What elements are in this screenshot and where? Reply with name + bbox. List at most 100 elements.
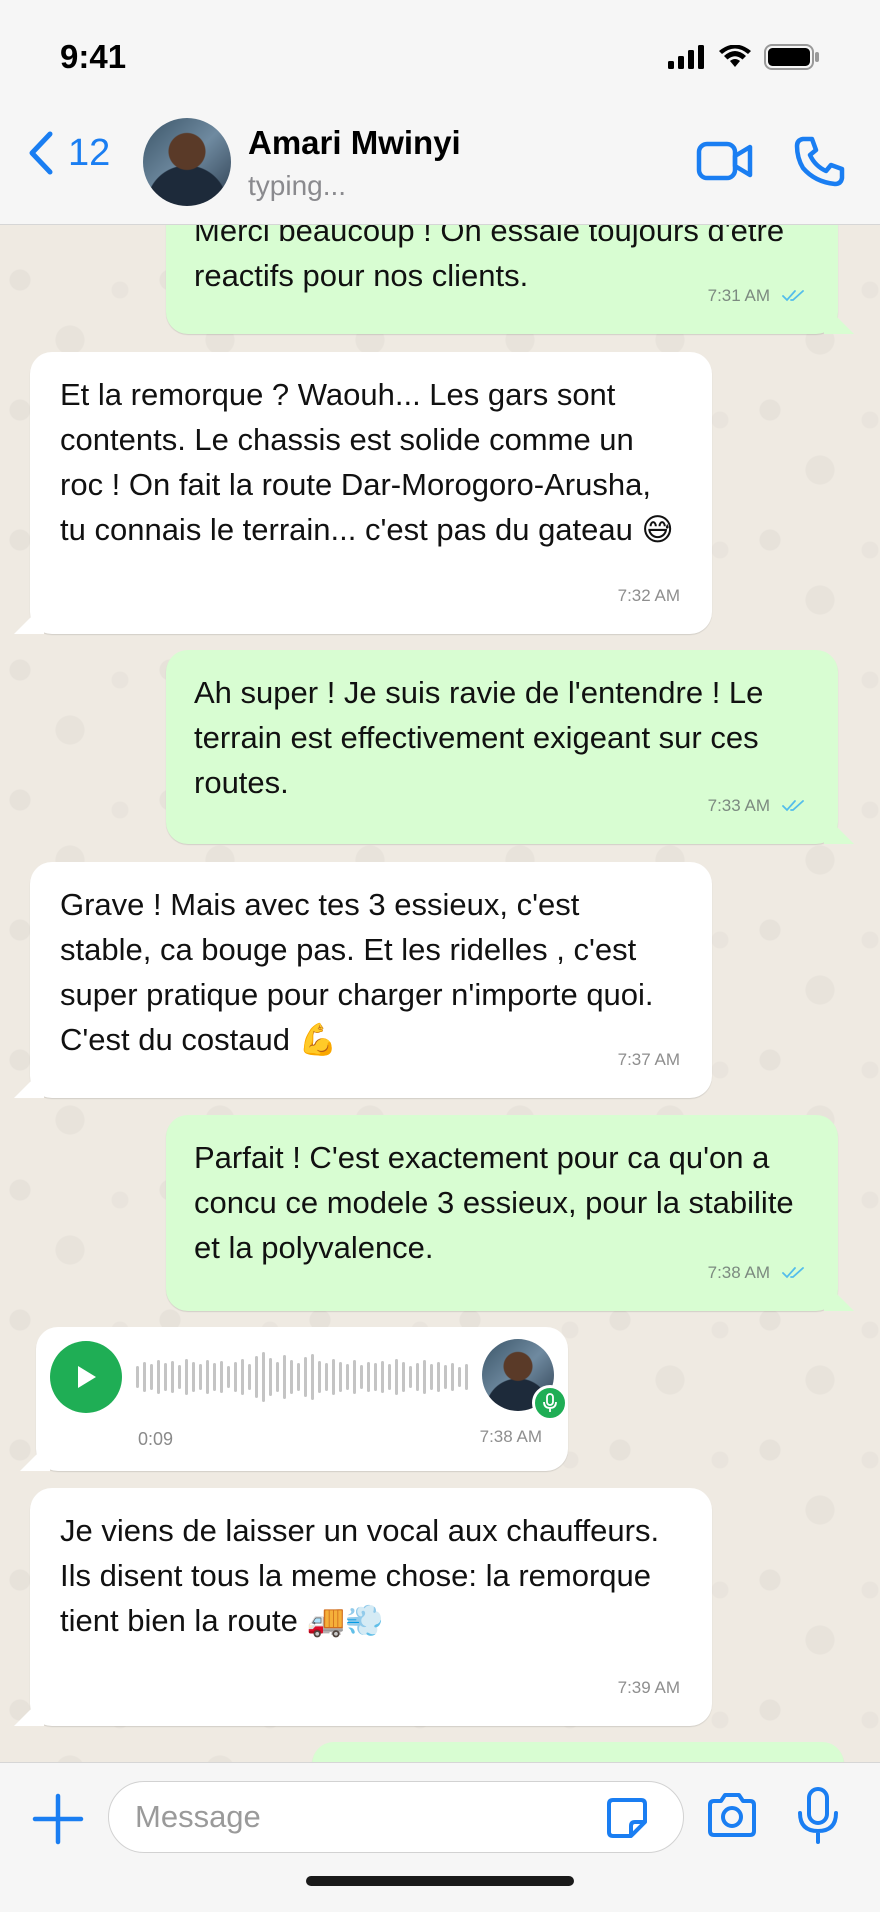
message-input[interactable] — [135, 1796, 605, 1838]
message-text: Je viens de laisser un vocal aux chauffe… — [60, 1513, 660, 1638]
read-check-icon — [782, 1266, 804, 1278]
message-bubble-incoming[interactable]: Je viens de laisser un vocal aux chauffe… — [14, 1488, 712, 1726]
message-text: Et la remorque ? Waouh... Les gars sont … — [60, 377, 674, 547]
sticker-icon — [607, 1798, 647, 1838]
battery-icon — [764, 44, 819, 70]
waveform-bar — [241, 1359, 244, 1395]
waveform-bar — [185, 1359, 188, 1395]
signal-icon — [668, 45, 704, 69]
message-input-field[interactable] — [108, 1781, 684, 1853]
back-chevron-icon — [29, 131, 53, 175]
waveform-bar — [402, 1362, 405, 1392]
contact-avatar[interactable] — [143, 118, 231, 206]
waveform-bar — [444, 1365, 447, 1389]
waveform-bar — [395, 1359, 398, 1395]
chat-header: 9:41 12 Amari Mwinyi typing... — [0, 0, 880, 225]
message-bubble-incoming[interactable]: Grave ! Mais avec tes 3 essieux, c'est s… — [14, 862, 712, 1098]
waveform-bar — [199, 1364, 202, 1390]
message-time: 7:32 AM — [617, 586, 680, 605]
waveform-bar — [311, 1354, 314, 1400]
waveform-bar — [451, 1363, 454, 1391]
waveform-bar — [220, 1361, 223, 1393]
waveform-bar — [374, 1363, 377, 1391]
message-time: 7:33 AM — [707, 796, 770, 815]
status-icons — [668, 44, 820, 70]
waveform-bar — [304, 1357, 307, 1397]
message-bubble-incoming[interactable]: Et la remorque ? Waouh... Les gars sont … — [14, 352, 712, 634]
unread-count: 12 — [68, 131, 111, 174]
waveform-bar — [255, 1356, 258, 1398]
message-time: 7:39 AM — [617, 1678, 680, 1697]
waveform-bar — [325, 1363, 328, 1391]
waveform-bar — [283, 1355, 286, 1399]
waveform-bar — [171, 1361, 174, 1393]
message-text: Grave ! Mais avec tes 3 essieux, c'est s… — [60, 887, 654, 1057]
message-time: 7:37 AM — [617, 1050, 680, 1069]
waveform-bar — [136, 1366, 139, 1388]
waveform-bar — [157, 1360, 160, 1394]
waveform-bar — [332, 1359, 335, 1395]
waveform-bar — [178, 1365, 181, 1389]
message-meta: 7:38 AM — [480, 1414, 542, 1459]
voice-duration: 0:09 — [138, 1429, 174, 1449]
waveform-bar — [227, 1366, 230, 1388]
voice-call-button[interactable] — [793, 134, 847, 193]
waveform-bar — [297, 1363, 300, 1391]
message-meta: 7:39 AM — [618, 1665, 680, 1710]
waveform-bar — [164, 1363, 167, 1391]
video-call-button[interactable] — [696, 138, 754, 189]
message-time: 7:31 AM — [707, 286, 770, 305]
play-icon — [78, 1366, 96, 1388]
waveform-bar — [353, 1360, 356, 1394]
mic-icon — [798, 1787, 838, 1844]
waveform-bar — [346, 1364, 349, 1390]
phone-icon — [794, 136, 845, 187]
waveform-bar — [388, 1364, 391, 1390]
waveform-bar — [430, 1364, 433, 1390]
attach-button[interactable] — [32, 1793, 84, 1850]
waveform-bar — [206, 1360, 209, 1394]
back-button[interactable]: 12 — [26, 130, 110, 176]
waveform-bar — [143, 1362, 146, 1392]
mic-icon — [543, 1393, 557, 1412]
camera-icon — [708, 1793, 756, 1837]
message-meta: 7:32 AM — [618, 573, 680, 618]
message-meta: 7:38 AM — [708, 1250, 806, 1295]
message-meta: 7:31 AM — [708, 273, 806, 318]
waveform-bar — [367, 1362, 370, 1392]
message-bubble-outgoing[interactable]: Ah super ! Je suis ravie de l'entendre !… — [166, 650, 854, 844]
waveform-bar — [276, 1362, 279, 1392]
status-time: 9:41 — [60, 38, 127, 75]
video-call-icon — [696, 141, 753, 181]
read-check-icon — [782, 289, 804, 301]
waveform-bar — [248, 1364, 251, 1390]
waveform-bar — [458, 1367, 461, 1387]
play-button[interactable] — [50, 1341, 122, 1413]
voice-message-bubble[interactable]: 0:09 7:38 AM — [20, 1327, 568, 1471]
waveform-bar — [339, 1362, 342, 1392]
wifi-icon — [719, 45, 751, 67]
waveform-bar — [150, 1364, 153, 1390]
sticker-button[interactable] — [605, 1796, 649, 1845]
waveform-bar — [465, 1364, 468, 1390]
message-bubble-outgoing[interactable]: Parfait ! C'est exactement pour ca qu'on… — [166, 1115, 854, 1311]
voice-record-button[interactable] — [796, 1787, 840, 1850]
message-meta: 7:33 AM — [708, 783, 806, 828]
camera-button[interactable] — [706, 1793, 758, 1842]
contact-name[interactable]: Amari Mwinyi — [248, 124, 461, 162]
waveform-bar — [234, 1362, 237, 1392]
waveform-bar — [416, 1363, 419, 1391]
waveform-bar — [409, 1366, 412, 1388]
waveform-bar — [213, 1363, 216, 1391]
waveform-bar — [192, 1362, 195, 1392]
waveform-bar — [318, 1361, 321, 1393]
contact-status: typing... — [248, 170, 347, 201]
waveform-bar — [360, 1365, 363, 1389]
voice-waveform[interactable] — [136, 1349, 468, 1405]
read-check-icon — [782, 799, 804, 811]
waveform-bar — [262, 1352, 265, 1402]
waveform-bar — [269, 1358, 272, 1396]
home-indicator — [306, 1876, 574, 1886]
waveform-bar — [290, 1360, 293, 1394]
composer-bar — [0, 1762, 880, 1912]
